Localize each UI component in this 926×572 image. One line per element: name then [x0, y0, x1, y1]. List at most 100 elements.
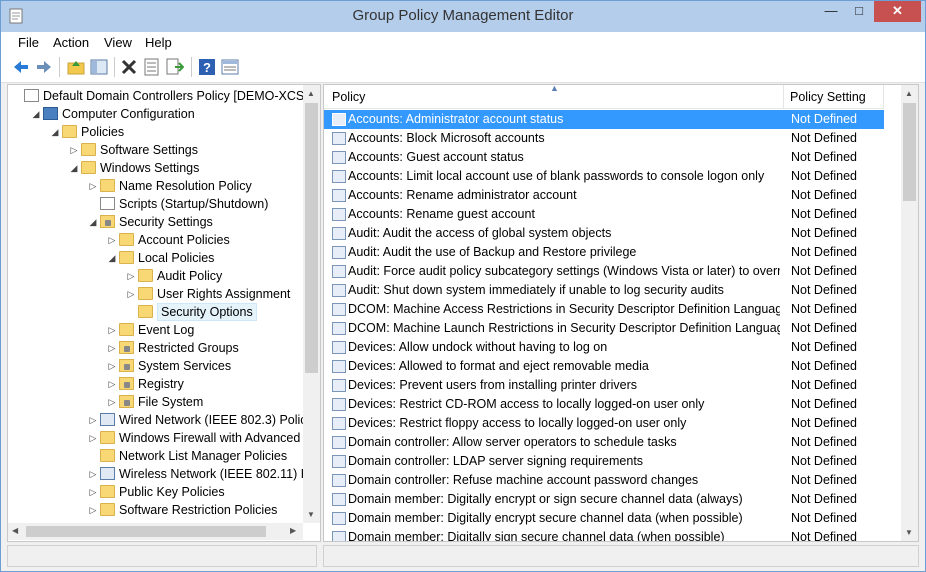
maximize-button[interactable]: □ [845, 1, 873, 22]
tree-item[interactable]: ▷ Audit Policy [8, 267, 303, 285]
policy-row[interactable]: Devices: Restrict CD-ROM access to local… [324, 395, 884, 414]
policy-row[interactable]: Domain member: Digitally sign secure cha… [324, 528, 884, 541]
policy-row[interactable]: Devices: Allow undock without having to … [324, 338, 884, 357]
close-button[interactable]: ✕ [874, 1, 921, 22]
tree-item[interactable]: ◢ Windows Settings [8, 159, 303, 177]
tree-item[interactable]: ▷ Software Restriction Policies [8, 501, 303, 519]
forward-arrow-icon[interactable] [35, 58, 53, 76]
scroll-left-icon[interactable]: ◀ [12, 526, 18, 535]
collapse-arrow-icon[interactable]: ▷ [126, 267, 136, 285]
policy-row[interactable]: Domain member: Digitally encrypt secure … [324, 509, 884, 528]
collapse-arrow-icon[interactable]: ▷ [88, 465, 98, 483]
tree-item[interactable]: ◢ Computer Configuration [8, 105, 303, 123]
policy-setting: Not Defined [791, 321, 858, 335]
policy-row[interactable]: Domain member: Digitally encrypt or sign… [324, 490, 884, 509]
tree-item[interactable]: ◢ Policies [8, 123, 303, 141]
tree-item[interactable]: Security Options [8, 303, 303, 321]
tree-vertical-scrollbar[interactable]: ▲ ▼ [303, 85, 320, 523]
tree-item[interactable]: ◢ Local Policies [8, 249, 303, 267]
policy-row[interactable]: Audit: Shut down system immediately if u… [324, 281, 884, 300]
policy-row[interactable]: Accounts: Guest account status Not Define… [324, 148, 884, 167]
collapse-arrow-icon[interactable]: ▷ [88, 177, 98, 195]
collapse-arrow-icon[interactable]: ▷ [126, 285, 136, 303]
details-pane: ▲ Policy Policy Setting Accounts: Admini… [323, 84, 919, 542]
policy-row[interactable]: Audit: Audit the access of global system… [324, 224, 884, 243]
menu-action[interactable]: Action [53, 35, 89, 50]
policy-row[interactable]: Domain controller: Allow server operator… [324, 433, 884, 452]
scroll-right-icon[interactable]: ▶ [290, 526, 296, 535]
policy-row[interactable]: Accounts: Rename guest account Not Define… [324, 205, 884, 224]
expand-arrow-icon[interactable]: ◢ [69, 159, 79, 177]
collapse-arrow-icon[interactable]: ▷ [88, 411, 98, 429]
collapse-arrow-icon[interactable]: ▷ [107, 339, 117, 357]
tree-item[interactable]: ▷ System Services [8, 357, 303, 375]
collapse-arrow-icon[interactable]: ▷ [88, 429, 98, 447]
policy-row[interactable]: Accounts: Administrator account status No… [324, 110, 884, 129]
tree-item[interactable]: ▷ Public Key Policies [8, 483, 303, 501]
scroll-thumb[interactable] [903, 103, 916, 201]
expand-arrow-icon[interactable]: ◢ [50, 123, 60, 141]
tree-item[interactable]: ▷ User Rights Assignment [8, 285, 303, 303]
collapse-arrow-icon[interactable]: ▷ [107, 393, 117, 411]
scroll-thumb-horizontal[interactable] [26, 526, 266, 537]
delete-icon[interactable] [120, 58, 138, 76]
column-header-setting[interactable]: Policy Setting [784, 85, 884, 109]
policy-row[interactable]: Accounts: Block Microsoft accounts Not De… [324, 129, 884, 148]
back-arrow-icon[interactable] [12, 58, 30, 76]
scroll-down-icon[interactable]: ▼ [307, 510, 315, 519]
export-list-icon[interactable] [166, 58, 184, 76]
policy-row[interactable]: Domain controller: LDAP server signing r… [324, 452, 884, 471]
list-vertical-scrollbar[interactable]: ▲ ▼ [901, 85, 918, 541]
collapse-arrow-icon[interactable]: ▷ [107, 375, 117, 393]
tree-item[interactable]: ▷ Event Log [8, 321, 303, 339]
minimize-button[interactable]: — [817, 1, 845, 22]
policy-row[interactable]: Devices: Restrict floppy access to local… [324, 414, 884, 433]
policy-row[interactable]: Domain controller: Refuse machine accoun… [324, 471, 884, 490]
menu-file[interactable]: File [18, 35, 39, 50]
collapse-arrow-icon[interactable]: ▷ [88, 483, 98, 501]
title-bar[interactable]: Group Policy Management Editor — □ ✕ [1, 1, 925, 32]
tree-item[interactable]: ▷ Name Resolution Policy [8, 177, 303, 195]
tree-item[interactable]: ▷ Registry [8, 375, 303, 393]
menu-help[interactable]: Help [145, 35, 172, 50]
tree-item[interactable]: ▷ Software Settings [8, 141, 303, 159]
expand-arrow-icon[interactable]: ◢ [31, 105, 41, 123]
collapse-arrow-icon[interactable]: ▷ [69, 141, 79, 159]
tree-item[interactable]: ▷ Wired Network (IEEE 802.3) Polici [8, 411, 309, 429]
expand-arrow-icon[interactable]: ◢ [88, 213, 98, 231]
properties-icon[interactable] [143, 58, 161, 76]
tree-item[interactable]: ▷ Restricted Groups [8, 339, 303, 357]
tree-item[interactable]: ◢ Security Settings [8, 213, 303, 231]
collapse-arrow-icon[interactable]: ▷ [88, 501, 98, 519]
policy-row[interactable]: Audit: Audit the use of Backup and Resto… [324, 243, 884, 262]
menu-view[interactable]: View [104, 35, 132, 50]
up-folder-icon[interactable] [67, 58, 85, 76]
scroll-up-icon[interactable]: ▲ [905, 89, 913, 98]
tree-item[interactable]: ▷ Wireless Network (IEEE 802.11) Po [8, 465, 316, 483]
scroll-down-icon[interactable]: ▼ [905, 528, 913, 537]
tree-item[interactable]: Network List Manager Policies [8, 447, 303, 465]
tree-item[interactable]: Default Domain Controllers Policy [DEMO-… [8, 87, 320, 105]
policy-row[interactable]: Audit: Force audit policy subcategory se… [324, 262, 884, 281]
policy-row[interactable]: Accounts: Limit local account use of bla… [324, 167, 884, 186]
policy-row[interactable]: Accounts: Rename administrator account No… [324, 186, 884, 205]
collapse-arrow-icon[interactable]: ▷ [107, 231, 117, 249]
policy-row[interactable]: DCOM: Machine Access Restrictions in Sec… [324, 300, 884, 319]
scroll-thumb[interactable] [305, 103, 318, 373]
show-hide-tree-icon[interactable] [90, 58, 108, 76]
tree-item[interactable]: Scripts (Startup/Shutdown) [8, 195, 303, 213]
scroll-up-icon[interactable]: ▲ [307, 89, 315, 98]
tree-horizontal-scrollbar[interactable]: ◀ ▶ [8, 523, 303, 540]
collapse-arrow-icon[interactable]: ▷ [107, 357, 117, 375]
policy-row[interactable]: DCOM: Machine Launch Restrictions in Sec… [324, 319, 884, 338]
collapse-arrow-icon[interactable]: ▷ [107, 321, 117, 339]
tree-item[interactable]: ▷ File System [8, 393, 303, 411]
view-icon[interactable] [221, 58, 239, 76]
tree-item[interactable]: ▷ Account Policies [8, 231, 303, 249]
policy-row[interactable]: Devices: Prevent users from installing p… [324, 376, 884, 395]
policy-row[interactable]: Devices: Allowed to format and eject rem… [324, 357, 884, 376]
tree-item[interactable]: ▷ Windows Firewall with Advanced [8, 429, 303, 447]
help-icon[interactable]: ? [198, 58, 216, 76]
column-header-policy[interactable]: ▲ Policy [324, 85, 784, 109]
expand-arrow-icon[interactable]: ◢ [107, 249, 117, 267]
